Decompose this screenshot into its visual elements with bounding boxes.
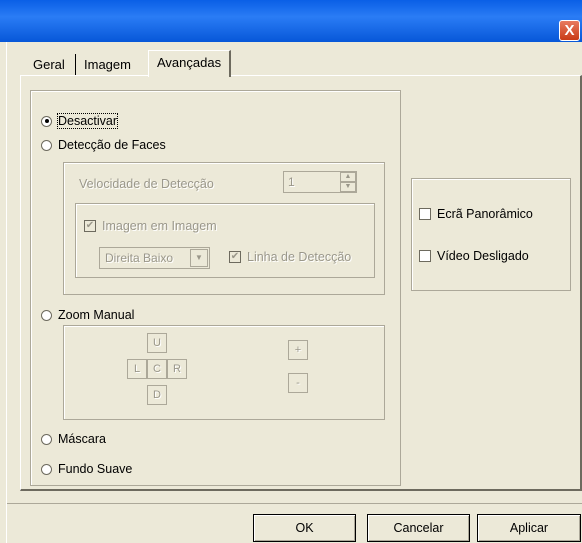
check-ecra-panoramico[interactable]: Ecrã Panorâmico xyxy=(419,207,533,221)
radio-label: Desactivar xyxy=(56,113,119,129)
velocidade-value: 1 xyxy=(288,175,295,189)
tab-label: Imagem xyxy=(84,57,131,72)
checkbox-label: Linha de Detecção xyxy=(247,250,352,264)
pan-up-button[interactable]: U xyxy=(147,333,167,353)
tab-geral[interactable]: Geral xyxy=(25,54,73,76)
zoom-out-button[interactable]: - xyxy=(288,373,308,393)
title-bar: X xyxy=(0,0,582,42)
dialog-body: Geral Imagem Avançadas Desactivar Detecç… xyxy=(6,42,582,543)
spin-up-icon[interactable]: ▲ xyxy=(340,172,356,182)
checkbox-label: Vídeo Desligado xyxy=(437,249,529,263)
pan-left-button[interactable]: L xyxy=(127,359,147,379)
radio-icon xyxy=(41,139,52,151)
cancel-button[interactable]: Cancelar xyxy=(367,514,470,542)
checkbox-checked-icon: ✔ xyxy=(84,220,96,232)
button-label: Aplicar xyxy=(509,521,549,535)
check-imagem-em-imagem[interactable]: ✔ Imagem em Imagem xyxy=(84,219,217,233)
zoom-in-button[interactable]: + xyxy=(288,340,308,360)
posicao-value: Direita Baixo xyxy=(105,251,174,265)
tab-avancadas[interactable]: Avançadas xyxy=(148,50,232,77)
radio-label: Máscara xyxy=(58,432,106,446)
checkbox-label: Imagem em Imagem xyxy=(102,219,217,233)
chevron-down-icon: ▼ xyxy=(190,249,208,267)
radio-label: Detecção de Faces xyxy=(58,138,166,152)
radio-icon xyxy=(41,309,52,321)
tab-imagem[interactable]: Imagem xyxy=(75,54,139,76)
checkbox-icon xyxy=(419,250,431,262)
tab-label: Geral xyxy=(33,57,65,72)
radio-label: Fundo Suave xyxy=(58,462,133,476)
tab-label: Avançadas xyxy=(157,55,222,70)
check-linha-deteccao[interactable]: ✔ Linha de Detecção xyxy=(229,250,351,264)
zoom-group xyxy=(63,325,385,420)
close-button[interactable]: X xyxy=(559,20,580,41)
velocidade-spinner[interactable]: 1 ▲ ▼ xyxy=(283,171,357,193)
tab-panel-avancadas: Desactivar Detecção de Faces Velocidade … xyxy=(20,75,582,491)
check-video-desligado[interactable]: Vídeo Desligado xyxy=(419,249,529,263)
close-icon: X xyxy=(564,22,575,39)
apply-button[interactable]: Aplicar xyxy=(477,514,581,542)
radio-icon xyxy=(41,433,52,445)
button-bar: OK Cancelar Aplicar xyxy=(7,503,582,543)
radio-deteccao-faces[interactable]: Detecção de Faces xyxy=(41,138,166,152)
checkbox-checked-icon: ✔ xyxy=(229,251,241,263)
radio-mascara[interactable]: Máscara xyxy=(41,432,106,446)
pan-center-button[interactable]: C xyxy=(147,359,167,379)
pan-down-button[interactable]: D xyxy=(147,385,167,405)
radio-desactivar[interactable]: Desactivar xyxy=(41,113,119,129)
checkbox-label: Ecrã Panorâmico xyxy=(437,207,533,221)
ok-button[interactable]: OK xyxy=(253,514,356,542)
spin-down-icon[interactable]: ▼ xyxy=(340,182,356,192)
button-label: Cancelar xyxy=(393,521,444,535)
radio-icon xyxy=(41,463,52,475)
radio-label: Zoom Manual xyxy=(58,308,135,322)
pan-right-button[interactable]: R xyxy=(167,359,187,379)
button-label: OK xyxy=(295,521,314,535)
display-group xyxy=(411,178,571,291)
checkbox-icon xyxy=(419,208,431,220)
radio-fundo-suave[interactable]: Fundo Suave xyxy=(41,462,132,476)
posicao-select[interactable]: Direita Baixo ▼ xyxy=(99,247,210,269)
radio-selected-icon xyxy=(41,115,52,127)
radio-zoom-manual[interactable]: Zoom Manual xyxy=(41,308,134,322)
velocidade-label: Velocidade de Detecção xyxy=(79,177,214,191)
